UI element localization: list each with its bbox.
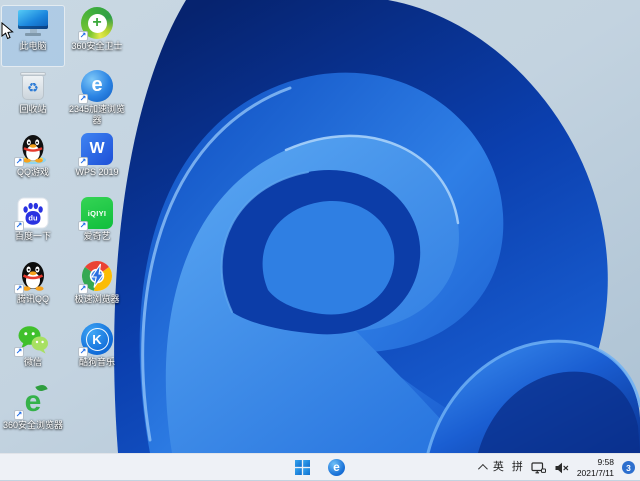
shortcut-arrow-icon: ↗ <box>14 157 24 167</box>
taskbar-browser-button[interactable]: e <box>326 457 347 478</box>
desktop-icon-wps-2019[interactable]: W ↗ WPS 2019 <box>66 132 128 192</box>
iqiyi-icon: iQIYI ↗ <box>78 196 114 231</box>
kugou-icon: K ↗ <box>78 322 114 357</box>
recycle-bin-icon: ♻ <box>16 69 50 103</box>
this-pc-icon <box>16 6 50 40</box>
desktop-icon-360-security[interactable]: + ↗ 360安全卫士 <box>66 6 128 66</box>
shortcut-arrow-icon: ↗ <box>78 221 88 231</box>
baidu-paw-icon: du ↗ <box>14 196 50 231</box>
shortcut-arrow-icon: ↗ <box>78 157 88 167</box>
icon-label: WPS 2019 <box>75 167 119 177</box>
taskbar-clock[interactable]: 9:58 2021/7/11 <box>577 457 614 478</box>
speed-browser-icon: ↗ <box>78 259 114 294</box>
desktop-icon-wechat[interactable]: ↗ 微信 <box>2 322 64 382</box>
desktop-icon-iqiyi[interactable]: iQIYI ↗ 爱奇艺 <box>66 196 128 256</box>
volume-muted-icon[interactable] <box>554 461 569 475</box>
desktop-icon-kugou-music[interactable]: K ↗ 酷狗音乐 <box>66 322 128 382</box>
taskbar: e 英 拼 9:58 2021/7/11 3 <box>0 453 640 480</box>
tray-date: 2021/7/11 <box>576 467 614 478</box>
shortcut-arrow-icon: ↗ <box>14 221 24 231</box>
desktop-icon-2345-browser[interactable]: e ↗ 2345加速浏览器 <box>66 69 128 129</box>
ime-english-indicator[interactable]: 英 <box>493 462 504 473</box>
ime-pinyin-indicator[interactable]: 拼 <box>512 462 523 473</box>
network-icon[interactable] <box>531 461 546 475</box>
icon-label: 百度一下 <box>14 231 51 241</box>
desktop-icon-recycle-bin[interactable]: ♻ 回收站 <box>2 69 64 129</box>
icon-label: 腾讯QQ <box>16 294 49 304</box>
icon-label: 360安全卫士 <box>71 41 123 51</box>
shortcut-arrow-icon: ↗ <box>14 284 24 294</box>
icon-label: 360安全浏览器 <box>2 420 64 430</box>
2345-browser-icon: e ↗ <box>78 69 114 104</box>
desktop-icon-qq-games[interactable]: ↗ QQ游戏 <box>2 132 64 192</box>
shortcut-arrow-icon: ↗ <box>78 94 88 104</box>
desktop-icon-this-pc[interactable]: 此电脑 <box>1 5 65 67</box>
icon-label: 微信 <box>23 357 42 367</box>
tray-time: 9:58 <box>597 456 614 467</box>
windows-logo-icon <box>295 460 310 475</box>
icon-label: 2345加速浏览器 <box>68 104 126 125</box>
tray-chevron-up-icon[interactable] <box>477 463 488 474</box>
browser-e-icon: e <box>328 459 345 476</box>
shortcut-arrow-icon: ↗ <box>78 31 88 41</box>
icon-label: 酷狗音乐 <box>78 357 115 367</box>
qq-penguin-icon: ↗ <box>14 259 50 294</box>
notification-badge[interactable]: 3 <box>622 461 635 474</box>
shortcut-arrow-icon: ↗ <box>14 410 24 420</box>
wechat-icon: ↗ <box>14 322 50 357</box>
shortcut-arrow-icon: ↗ <box>78 347 88 357</box>
360-browser-icon: e ↗ <box>14 383 50 420</box>
icon-label: QQ游戏 <box>16 167 49 177</box>
qq-games-penguin-icon: ↗ <box>14 132 50 167</box>
desktop-icon-tencent-qq[interactable]: ↗ 腾讯QQ <box>2 259 64 319</box>
icon-label: 回收站 <box>19 104 47 114</box>
icon-label: 极速浏览器 <box>74 294 120 304</box>
wps-icon: W ↗ <box>78 132 114 167</box>
desktop-icon-speed-browser[interactable]: ↗ 极速浏览器 <box>66 259 128 319</box>
icon-label: 爱奇艺 <box>83 231 111 241</box>
shortcut-arrow-icon: ↗ <box>78 284 88 294</box>
shortcut-arrow-icon: ↗ <box>14 347 24 357</box>
icon-label: 此电脑 <box>19 41 47 51</box>
desktop-icon-baidu[interactable]: du ↗ 百度一下 <box>2 196 64 256</box>
360-security-icon: + ↗ <box>78 6 114 41</box>
svg-text:du: du <box>28 214 38 223</box>
start-button[interactable] <box>293 458 312 477</box>
desktop-icon-360-browser[interactable]: e ↗ 360安全浏览器 <box>2 383 64 445</box>
